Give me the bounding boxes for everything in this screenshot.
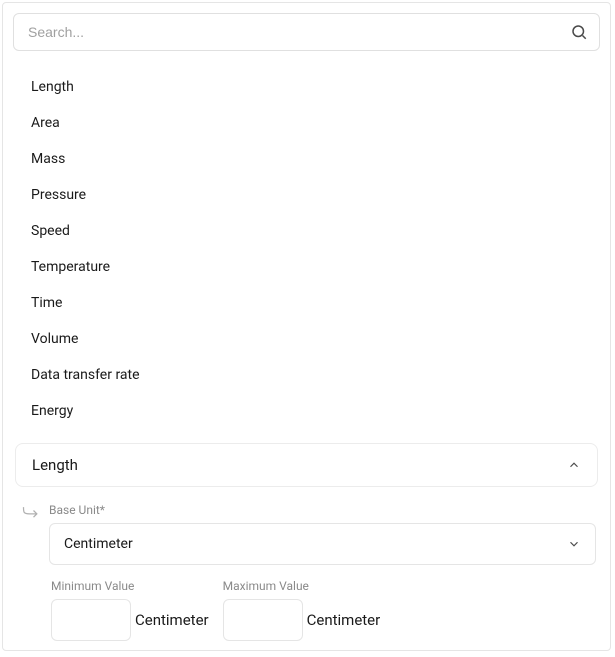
max-unit-suffix: Centimeter — [307, 611, 381, 629]
category-item-time[interactable]: Time — [31, 285, 582, 321]
category-item-volume[interactable]: Volume — [31, 321, 582, 357]
category-item-area[interactable]: Area — [31, 105, 582, 141]
base-unit-select[interactable]: Centimeter — [49, 523, 596, 565]
search-wrap — [13, 13, 600, 51]
chevron-up-icon — [567, 458, 581, 472]
category-list: Length Area Mass Pressure Speed Temperat… — [13, 63, 600, 443]
min-value-inner: Centimeter — [51, 599, 209, 641]
base-unit-value: Centimeter — [64, 536, 133, 552]
base-unit-row: Base Unit* Centimeter — [21, 503, 596, 565]
category-item-energy[interactable]: Energy — [31, 393, 582, 429]
category-item-data-transfer-rate[interactable]: Data transfer rate — [31, 357, 582, 393]
minmax-row: Minimum Value Centimeter Maximum Value C… — [21, 579, 596, 641]
max-value-input[interactable] — [223, 599, 303, 641]
min-value-input[interactable] — [51, 599, 131, 641]
category-item-mass[interactable]: Mass — [31, 141, 582, 177]
main-container: Length Area Mass Pressure Speed Temperat… — [2, 2, 611, 651]
min-value-col: Minimum Value Centimeter — [51, 579, 209, 641]
category-item-speed[interactable]: Speed — [31, 213, 582, 249]
category-item-temperature[interactable]: Temperature — [31, 249, 582, 285]
indent-arrow-icon — [21, 505, 41, 521]
category-item-pressure[interactable]: Pressure — [31, 177, 582, 213]
section-header-length[interactable]: Length — [15, 443, 598, 487]
min-value-label: Minimum Value — [51, 579, 209, 593]
category-item-length[interactable]: Length — [31, 69, 582, 105]
max-value-label: Maximum Value — [223, 579, 381, 593]
chevron-down-icon — [567, 537, 581, 551]
max-value-col: Maximum Value Centimeter — [223, 579, 381, 641]
min-unit-suffix: Centimeter — [135, 611, 209, 629]
base-unit-block: Base Unit* Centimeter — [49, 503, 596, 565]
max-value-inner: Centimeter — [223, 599, 381, 641]
form-area: Base Unit* Centimeter Minimum Value Cent… — [13, 503, 600, 641]
base-unit-label: Base Unit* — [49, 503, 596, 517]
search-input[interactable] — [13, 13, 600, 51]
section-title: Length — [32, 456, 78, 474]
